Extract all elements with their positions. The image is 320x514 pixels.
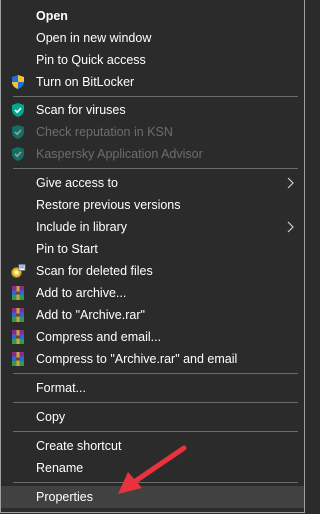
menu-separator xyxy=(13,402,298,403)
kaspersky-shield-icon xyxy=(12,103,24,117)
menu-item-label: Pin to Quick access xyxy=(36,53,146,67)
menu-item-properties[interactable]: Properties xyxy=(1,486,304,508)
menu-item-kaspersky-application-advisor: Kaspersky Application Advisor xyxy=(1,143,304,165)
menu-item-check-reputation-in-ksn: Check reputation in KSN xyxy=(1,121,304,143)
menu-item-restore-previous-versions[interactable]: Restore previous versions xyxy=(1,194,304,216)
menu-item-create-shortcut[interactable]: Create shortcut xyxy=(1,435,304,457)
menu-item-open-in-new-window[interactable]: Open in new window xyxy=(1,27,304,49)
menu-item-label: Compress and email... xyxy=(36,330,162,344)
kaspersky-shield-icon xyxy=(12,125,24,139)
menu-item-label: Format... xyxy=(36,381,87,395)
menu-item-pin-to-quick-access[interactable]: Pin to Quick access xyxy=(1,49,304,71)
winrar-icon xyxy=(12,330,24,344)
menu-item-label: Restore previous versions xyxy=(36,198,181,212)
menu-item-give-access-to[interactable]: Give access to xyxy=(1,172,304,194)
menu-item-label: Create shortcut xyxy=(36,439,122,453)
winrar-icon xyxy=(12,308,24,322)
menu-item-label: Properties xyxy=(36,490,93,504)
menu-separator xyxy=(13,431,298,432)
menu-item-label: Include in library xyxy=(36,220,128,234)
winrar-icon xyxy=(12,286,24,300)
menu-item-label: Turn on BitLocker xyxy=(36,75,135,89)
menu-separator xyxy=(13,168,298,169)
menu-separator xyxy=(13,482,298,483)
menu-item-add-to-archive-rar[interactable]: Add to "Archive.rar" xyxy=(1,304,304,326)
menu-item-label: Scan for viruses xyxy=(36,103,126,117)
winrar-icon xyxy=(12,352,24,366)
menu-item-label: Add to archive... xyxy=(36,286,127,300)
menu-item-turn-on-bitlocker[interactable]: Turn on BitLocker xyxy=(1,71,304,93)
chevron-right-icon xyxy=(287,177,294,189)
menu-item-scan-for-viruses[interactable]: Scan for viruses xyxy=(1,99,304,121)
menu-item-rename[interactable]: Rename xyxy=(1,457,304,479)
menu-item-label: Scan for deleted files xyxy=(36,264,153,278)
menu-item-copy[interactable]: Copy xyxy=(1,406,304,428)
menu-item-label: Open xyxy=(36,9,68,23)
context-menu: Open Open in new window Pin to Quick acc… xyxy=(0,0,305,513)
shield-uac-icon xyxy=(12,75,24,89)
menu-item-label: Pin to Start xyxy=(36,242,98,256)
menu-item-label: Add to "Archive.rar" xyxy=(36,308,145,322)
menu-item-label: Kaspersky Application Advisor xyxy=(36,147,203,161)
menu-item-label: Give access to xyxy=(36,176,118,190)
recovery-icon xyxy=(11,264,26,278)
menu-item-scan-for-deleted-files[interactable]: Scan for deleted files xyxy=(1,260,304,282)
menu-item-open[interactable]: Open xyxy=(1,5,304,27)
menu-item-compress-to-archive-rar-and-email[interactable]: Compress to "Archive.rar" and email xyxy=(1,348,304,370)
menu-item-compress-and-email[interactable]: Compress and email... xyxy=(1,326,304,348)
menu-item-label: Rename xyxy=(36,461,84,475)
menu-separator xyxy=(13,96,298,97)
menu-separator xyxy=(13,373,298,374)
menu-item-label: Compress to "Archive.rar" and email xyxy=(36,352,238,366)
menu-item-label: Check reputation in KSN xyxy=(36,125,173,139)
chevron-right-icon xyxy=(287,221,294,233)
menu-item-add-to-archive[interactable]: Add to archive... xyxy=(1,282,304,304)
kaspersky-shield-icon xyxy=(12,147,24,161)
menu-item-label: Copy xyxy=(36,410,66,424)
menu-item-include-in-library[interactable]: Include in library xyxy=(1,216,304,238)
menu-item-format[interactable]: Format... xyxy=(1,377,304,399)
menu-item-label: Open in new window xyxy=(36,31,152,45)
menu-item-pin-to-start[interactable]: Pin to Start xyxy=(1,238,304,260)
